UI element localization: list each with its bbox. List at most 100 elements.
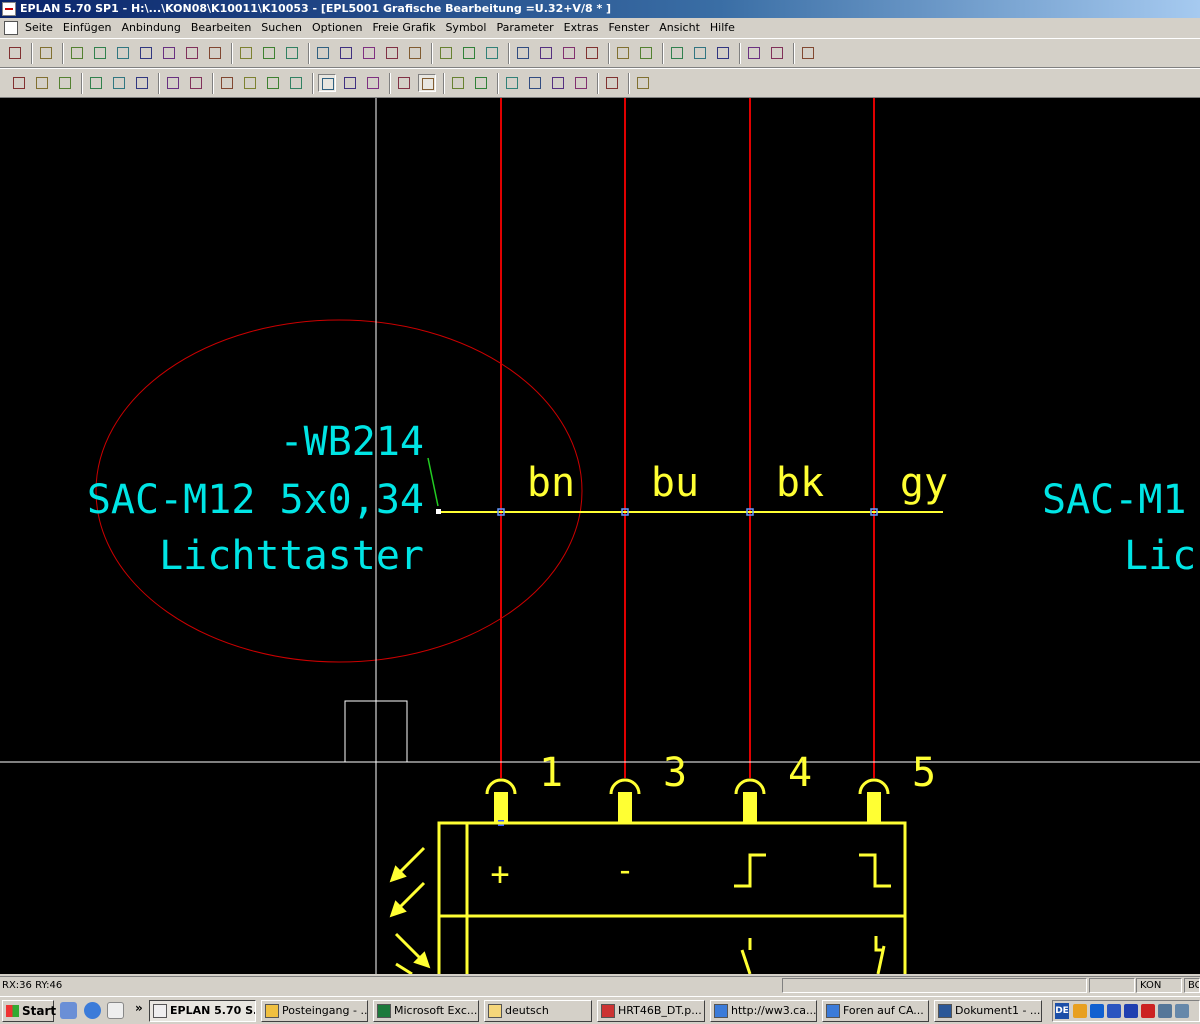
- page-tree-icon[interactable]: [37, 44, 55, 62]
- taskbar-button[interactable]: HRT46B_DT.p...: [597, 1000, 705, 1022]
- terminal-pin[interactable]: [494, 792, 508, 823]
- grid-icon[interactable]: [341, 74, 359, 92]
- terminal-pin[interactable]: [618, 792, 632, 823]
- swap-icon[interactable]: [472, 74, 490, 92]
- hand-icon[interactable]: [395, 74, 413, 92]
- tree-1-icon[interactable]: [87, 74, 105, 92]
- help-icon[interactable]: [745, 44, 763, 62]
- tree-2-icon[interactable]: [110, 74, 128, 92]
- menu-extras[interactable]: Extras: [559, 18, 604, 38]
- zoom-in-icon[interactable]: [503, 74, 521, 92]
- eplan-icon[interactable]: [6, 44, 24, 62]
- device-2-icon[interactable]: [33, 74, 51, 92]
- wire-2-icon[interactable]: [241, 74, 259, 92]
- list-icon[interactable]: [406, 44, 424, 62]
- delete-icon[interactable]: [183, 44, 201, 62]
- taskbar-button[interactable]: Microsoft Exc...: [373, 1000, 479, 1022]
- taskbar-button[interactable]: Posteingang - ...: [261, 1000, 368, 1022]
- filter-icon[interactable]: [360, 44, 378, 62]
- tray-network-icon[interactable]: [1107, 1004, 1121, 1018]
- wire-4-icon[interactable]: [287, 74, 305, 92]
- crosshair-snap-icon[interactable]: [318, 74, 336, 92]
- menu-suchen[interactable]: Suchen: [256, 18, 307, 38]
- cable-name[interactable]: -WB214: [280, 419, 425, 465]
- props-1-icon[interactable]: [164, 74, 182, 92]
- context-help-icon[interactable]: [768, 44, 786, 62]
- document-menu-icon[interactable]: [4, 21, 18, 35]
- cable-start-handle[interactable]: [436, 509, 441, 514]
- menu-anbindung[interactable]: Anbindung: [116, 18, 185, 38]
- menu-bearbeiten[interactable]: Bearbeiten: [186, 18, 256, 38]
- language-indicator[interactable]: DE: [1055, 1003, 1069, 1019]
- disconnect-icon[interactable]: [637, 44, 655, 62]
- tray-monitor-icon[interactable]: [1158, 1004, 1172, 1018]
- tray-security-icon[interactable]: [1141, 1004, 1155, 1018]
- binoculars-icon[interactable]: [799, 44, 817, 62]
- save-icon[interactable]: [137, 44, 155, 62]
- macro-icon[interactable]: [383, 44, 401, 62]
- cable-function-right[interactable]: Lic: [1124, 533, 1196, 579]
- edit-icon[interactable]: [337, 44, 355, 62]
- core-color-label[interactable]: gy: [900, 460, 948, 506]
- tray-outlook-icon[interactable]: [1073, 1004, 1087, 1018]
- taskbar-button[interactable]: EPLAN 5.70 S...: [149, 1000, 256, 1022]
- terminal-pin[interactable]: [867, 792, 881, 823]
- menu-hilfe[interactable]: Hilfe: [705, 18, 740, 38]
- symbol-ref-icon[interactable]: [449, 74, 467, 92]
- tray-sound-icon[interactable]: [1124, 1004, 1138, 1018]
- menu-optionen[interactable]: Optionen: [307, 18, 367, 38]
- zoom-all-icon[interactable]: [572, 74, 590, 92]
- wire-3-icon[interactable]: [264, 74, 282, 92]
- pencil-icon[interactable]: [418, 74, 436, 92]
- copy-symbol-icon[interactable]: [537, 44, 555, 62]
- taskbar-button[interactable]: http://ww3.ca...: [710, 1000, 817, 1022]
- taskbar-button[interactable]: Foren auf CA...: [822, 1000, 929, 1022]
- cable-type[interactable]: SAC-M12 5x0,34: [87, 477, 424, 523]
- remove-icon[interactable]: [583, 44, 601, 62]
- menu-ansicht[interactable]: Ansicht: [654, 18, 705, 38]
- ruler-icon[interactable]: [603, 74, 621, 92]
- redo-icon[interactable]: [483, 44, 501, 62]
- start-button[interactable]: Start: [2, 1000, 56, 1022]
- print-icon[interactable]: [314, 44, 332, 62]
- page-props-icon[interactable]: [206, 44, 224, 62]
- open-icon[interactable]: [91, 44, 109, 62]
- cable-type-right[interactable]: SAC-M1: [1042, 477, 1187, 523]
- window-2-icon[interactable]: [691, 44, 709, 62]
- menu-einf-gen[interactable]: Einfügen: [58, 18, 117, 38]
- menu-freie-grafik[interactable]: Freie Grafik: [367, 18, 440, 38]
- app-icon[interactable]: [2, 2, 16, 16]
- tray-media-icon[interactable]: [1090, 1004, 1104, 1018]
- zoom-window-icon[interactable]: [526, 74, 544, 92]
- copy-icon[interactable]: [160, 44, 178, 62]
- undo-icon[interactable]: [460, 44, 478, 62]
- terminal-pin[interactable]: [743, 792, 757, 823]
- drawing-canvas[interactable]: -WB214 SAC-M12 5x0,34 Lichttaster SAC-M1…: [0, 98, 1200, 974]
- page-up-icon[interactable]: [237, 44, 255, 62]
- device-3-icon[interactable]: [56, 74, 74, 92]
- insert-icon[interactable]: [560, 44, 578, 62]
- core-color-label[interactable]: bn: [527, 460, 575, 506]
- cable-function[interactable]: Lichttaster: [159, 533, 424, 579]
- menu-seite[interactable]: Seite: [20, 18, 58, 38]
- wire-1-icon[interactable]: [218, 74, 236, 92]
- taskbar-button[interactable]: deutsch: [484, 1000, 592, 1022]
- connection-icon[interactable]: [364, 74, 382, 92]
- device-1-icon[interactable]: [10, 74, 28, 92]
- props-2-icon[interactable]: [187, 74, 205, 92]
- quicklaunch-ie-icon[interactable]: [84, 1002, 101, 1019]
- window-3-icon[interactable]: [714, 44, 732, 62]
- quicklaunch-more-chevron[interactable]: »: [135, 1001, 143, 1015]
- window-1-icon[interactable]: [668, 44, 686, 62]
- refresh-icon[interactable]: [634, 74, 652, 92]
- tree-3-icon[interactable]: [133, 74, 151, 92]
- zoom-out-icon[interactable]: [549, 74, 567, 92]
- menu-parameter[interactable]: Parameter: [491, 18, 558, 38]
- core-color-label[interactable]: bu: [651, 460, 699, 506]
- cut-icon[interactable]: [514, 44, 532, 62]
- page-down-icon[interactable]: [260, 44, 278, 62]
- menu-symbol[interactable]: Symbol: [440, 18, 491, 38]
- core-color-label[interactable]: bk: [776, 460, 824, 506]
- menu-fenster[interactable]: Fenster: [603, 18, 654, 38]
- quicklaunch-eplan-icon[interactable]: [107, 1002, 124, 1019]
